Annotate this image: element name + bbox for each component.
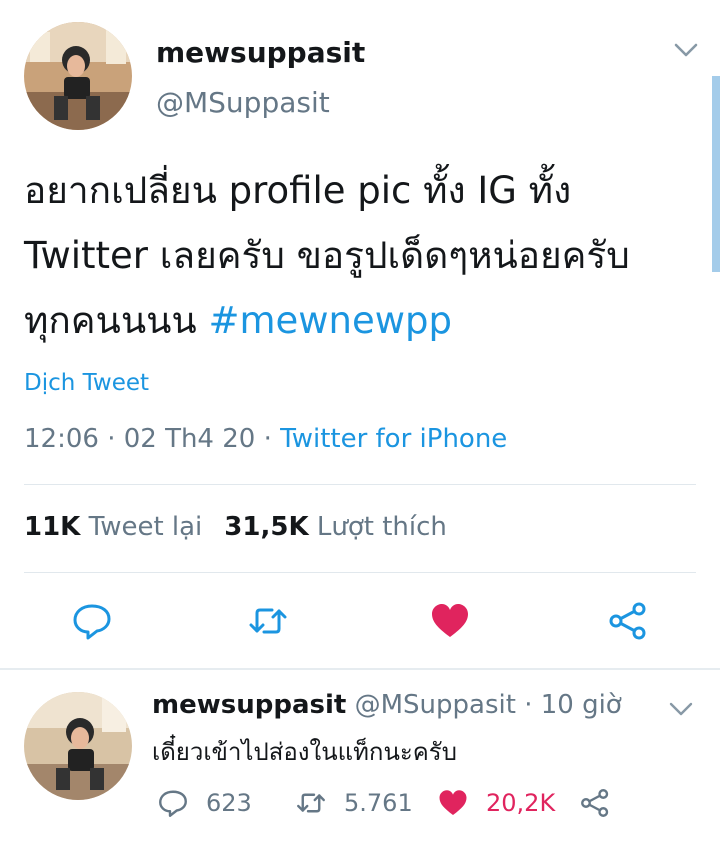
like-count: 31,5K — [224, 512, 309, 542]
reply-icon[interactable] — [72, 601, 112, 641]
timestamp: · 10 giờ — [524, 690, 622, 720]
like-count: 20,2K — [486, 789, 556, 817]
reply-text: เดี๋ยวเข้าไปส่องในแท็กนะครับ — [152, 738, 457, 766]
timestamp: 12:06 · 02 Th4 20 · — [24, 424, 281, 454]
retweet-count: 5.761 — [344, 789, 413, 817]
tweet-text-line: อยากเปลี่ยน profile pic ทั้ง IG ทั้ง — [24, 169, 572, 212]
like-button[interactable]: 20,2K — [438, 786, 555, 820]
reply-button[interactable]: 623 — [158, 786, 252, 820]
tweet-meta: 12:06 · 02 Th4 20 · Twitter for iPhone — [24, 424, 507, 454]
tweet-text-fragment: ทุกคนนนน — [24, 299, 209, 342]
retweet-icon[interactable] — [248, 601, 288, 641]
display-name[interactable]: mewsuppasit — [152, 690, 346, 720]
avatar[interactable] — [24, 692, 132, 800]
display-name[interactable]: mewsuppasit — [156, 36, 365, 69]
divider — [24, 484, 696, 485]
chevron-down-icon[interactable] — [668, 700, 694, 718]
like-heart-icon — [439, 790, 467, 815]
tweet-text-line: ทุกคนนนน #mewnewpp — [24, 288, 704, 353]
translate-tweet-link[interactable]: Dịch Tweet — [24, 370, 149, 396]
engagement-stats: 11K Tweet lại 31,5K Lượt thích — [24, 512, 447, 542]
hashtag-link[interactable]: #mewnewpp — [208, 299, 452, 342]
share-icon[interactable] — [608, 601, 648, 641]
avatar[interactable] — [24, 22, 132, 130]
reply-icon — [159, 790, 187, 817]
retweet-icon — [297, 793, 325, 813]
tweet-text: อยากเปลี่ยน profile pic ทั้ง IG ทั้ง Twi… — [24, 158, 704, 353]
divider — [0, 668, 720, 670]
like-stat[interactable]: 31,5K Lượt thích — [224, 512, 447, 542]
reply-count: 623 — [206, 789, 252, 817]
share-button[interactable] — [580, 786, 628, 820]
retweet-count: 11K — [24, 512, 81, 542]
retweet-stat[interactable]: 11K Tweet lại — [24, 512, 202, 542]
chevron-down-icon[interactable] — [672, 40, 700, 60]
retweet-button[interactable]: 5.761 — [296, 786, 413, 820]
tweet-text-line: Twitter เลยครับ ขอรูปเด็ดๆหน่อยครับ — [24, 234, 630, 277]
source-link[interactable]: Twitter for iPhone — [280, 424, 507, 454]
divider — [24, 572, 696, 573]
user-handle[interactable]: @MSuppasit — [156, 86, 330, 119]
like-heart-icon[interactable] — [430, 601, 470, 641]
user-handle[interactable]: @MSuppasit — [355, 690, 516, 720]
reply-header: mewsuppasit @MSuppasit · 10 giờ — [152, 690, 622, 720]
main-tweet: mewsuppasit @MSuppasit อยากเปลี่ยน profi… — [0, 0, 720, 668]
share-icon — [581, 789, 609, 817]
like-label: Lượt thích — [316, 512, 447, 542]
retweet-label: Tweet lại — [88, 512, 203, 542]
